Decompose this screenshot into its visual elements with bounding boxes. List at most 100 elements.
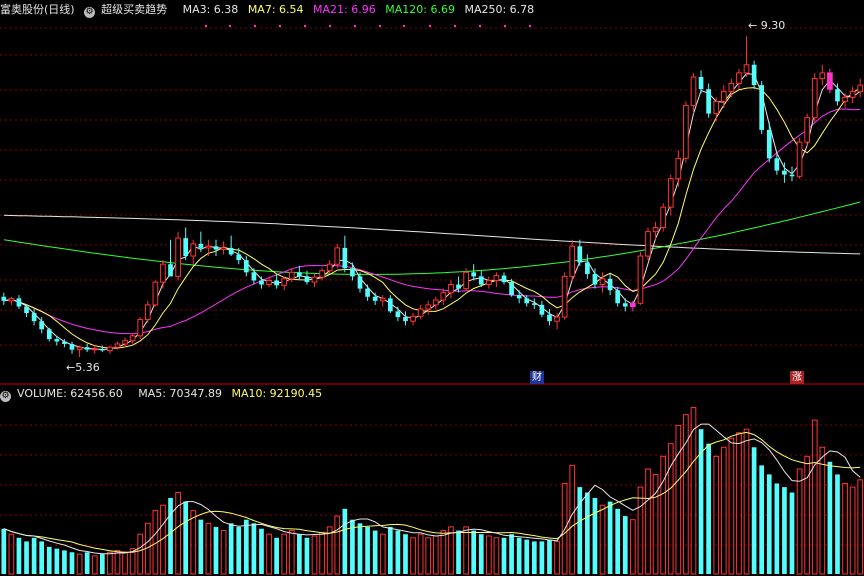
volume-bar bbox=[8, 533, 15, 575]
volume-bar bbox=[62, 550, 67, 574]
candle-body bbox=[471, 272, 477, 277]
volume-bar bbox=[403, 534, 408, 574]
candle-body bbox=[69, 343, 75, 350]
candle-body bbox=[236, 254, 242, 261]
volume-bar bbox=[835, 474, 840, 574]
candle-body bbox=[698, 76, 704, 90]
volume-bar bbox=[54, 548, 60, 574]
volume-bar bbox=[531, 541, 537, 574]
ma3-value: MA3: 6.38 bbox=[182, 3, 239, 16]
candle-body bbox=[675, 157, 682, 180]
volume-bar bbox=[569, 464, 576, 575]
signal-dot bbox=[328, 24, 332, 28]
volume-bar bbox=[501, 537, 507, 574]
volume-bar bbox=[849, 486, 856, 575]
volume-bar bbox=[365, 526, 370, 574]
candle-body bbox=[690, 76, 697, 106]
ma120-value: MA120: 6.69 bbox=[385, 3, 455, 16]
volume-bar bbox=[706, 443, 711, 574]
candle-body bbox=[228, 247, 234, 255]
ma250-line bbox=[3, 214, 861, 255]
signal-dot bbox=[402, 24, 406, 28]
stock-chart-window: 富奥股份(日线) ⚙ 超级买卖趋势 MA3: 6.38 MA7: 6.54 MA2… bbox=[0, 0, 864, 576]
volume-bar bbox=[91, 555, 98, 575]
candle-body bbox=[54, 339, 60, 342]
volume-bar bbox=[766, 474, 772, 574]
volume-bar bbox=[236, 526, 242, 574]
signal-dot bbox=[253, 24, 257, 28]
volume-bar bbox=[16, 537, 22, 574]
arrow-icon: ← bbox=[748, 19, 758, 32]
candle-body bbox=[667, 178, 674, 208]
candle-body bbox=[288, 271, 295, 280]
candle-body bbox=[561, 275, 568, 318]
indicator-settings[interactable]: ⚙ 超级买卖趋势 bbox=[84, 3, 173, 18]
signal-dot bbox=[478, 24, 482, 28]
candle-body bbox=[804, 117, 811, 143]
chart-canvas[interactable] bbox=[0, 0, 864, 576]
candle-body bbox=[144, 304, 151, 321]
candle-body bbox=[76, 346, 83, 351]
candle-body bbox=[531, 303, 537, 305]
gear-icon[interactable]: ⚙ bbox=[0, 391, 11, 402]
signal-dot bbox=[503, 24, 507, 28]
ma7-value: MA7: 6.54 bbox=[247, 3, 304, 16]
volume-bar bbox=[622, 516, 628, 574]
volume-bar bbox=[539, 541, 545, 574]
volume-bar bbox=[46, 546, 52, 574]
signal-dot bbox=[204, 24, 208, 28]
stock-title[interactable]: 富奥股份(日线) bbox=[0, 3, 75, 16]
candle-body bbox=[213, 246, 219, 250]
candle-body bbox=[122, 340, 128, 345]
volume-bar bbox=[547, 539, 552, 574]
candle-body bbox=[319, 270, 325, 278]
candle-body bbox=[835, 89, 840, 102]
candle-body bbox=[84, 347, 90, 350]
candle-body bbox=[796, 141, 803, 177]
volume-bar bbox=[599, 504, 606, 575]
candle-body bbox=[857, 84, 864, 93]
candle-body bbox=[629, 302, 636, 308]
limit-up-tag[interactable]: 涨 bbox=[790, 371, 804, 384]
volume-bar bbox=[24, 541, 29, 574]
candle-body bbox=[485, 279, 492, 286]
volume-bar bbox=[251, 523, 257, 574]
volume-bar bbox=[274, 537, 279, 574]
candle-body bbox=[274, 280, 279, 286]
volume-bar bbox=[228, 523, 234, 574]
volume-bar bbox=[789, 492, 795, 574]
candle-body bbox=[46, 329, 52, 340]
volume-bar bbox=[811, 419, 818, 575]
candle-body bbox=[493, 275, 500, 281]
volume-bar bbox=[819, 446, 826, 575]
volume-bar bbox=[1, 528, 7, 574]
candle-body bbox=[478, 276, 484, 285]
volume-bar bbox=[122, 551, 128, 575]
financial-report-tag[interactable]: 财 bbox=[530, 371, 544, 384]
candle-body bbox=[592, 273, 598, 285]
ma21-value: MA21: 6.96 bbox=[313, 3, 376, 16]
signal-dot bbox=[378, 24, 382, 28]
candle-body bbox=[91, 348, 98, 351]
volume-bar bbox=[107, 551, 113, 575]
ma3-line bbox=[3, 73, 861, 351]
candle-body bbox=[137, 319, 144, 337]
candle-body bbox=[456, 284, 461, 289]
volume-bar bbox=[190, 510, 197, 575]
candle-body bbox=[660, 206, 667, 229]
volume-bar bbox=[509, 534, 514, 574]
candle-body bbox=[516, 295, 522, 299]
candle-body bbox=[243, 260, 249, 273]
gear-icon[interactable]: ⚙ bbox=[84, 7, 96, 18]
volume-settings[interactable]: ⚙ VOLUME: 62456.60 bbox=[0, 387, 129, 402]
volume-bar bbox=[774, 483, 780, 574]
candle-body bbox=[736, 72, 742, 84]
candle-body bbox=[440, 292, 447, 301]
volume-bar bbox=[342, 508, 348, 574]
candle-body bbox=[842, 96, 848, 102]
candle-body bbox=[183, 238, 189, 257]
candle-body bbox=[403, 317, 408, 322]
volume-bar bbox=[425, 537, 432, 575]
volume-bar bbox=[652, 473, 659, 575]
candle-body bbox=[728, 82, 735, 93]
